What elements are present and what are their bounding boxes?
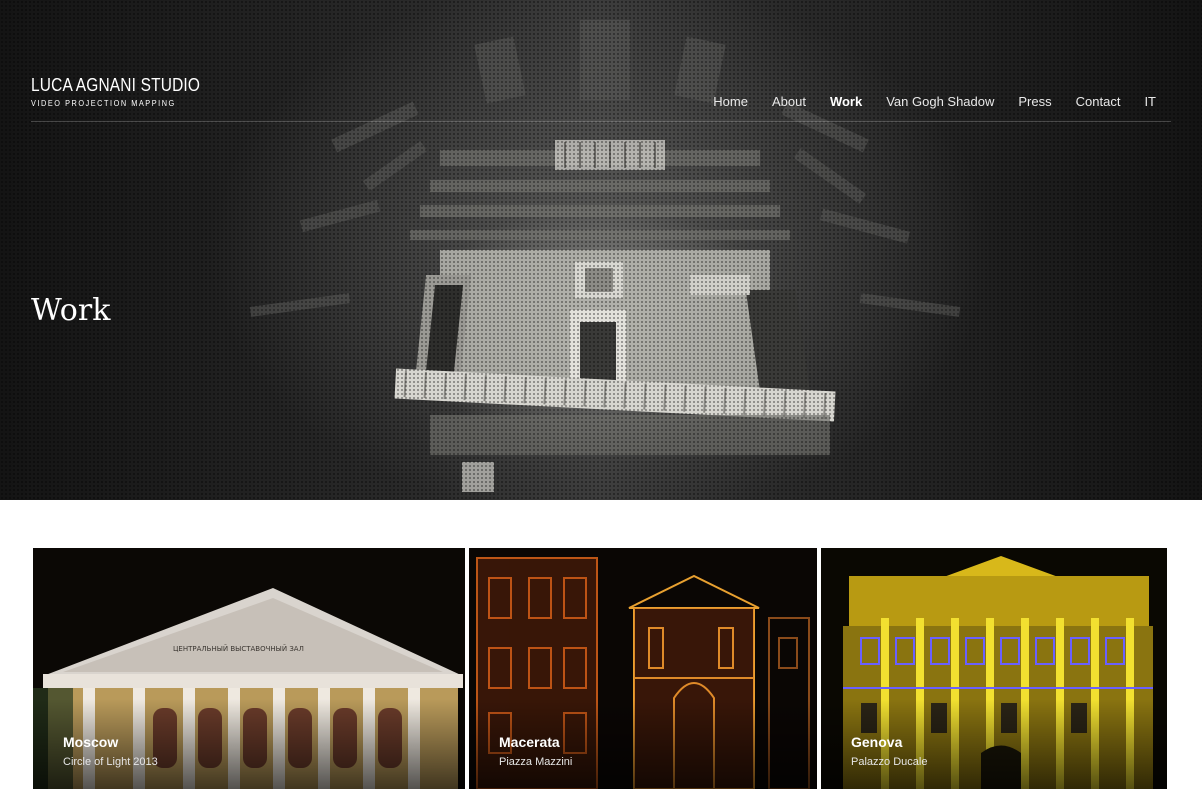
nav-contact[interactable]: Contact (1076, 94, 1121, 110)
nav-work[interactable]: Work (830, 94, 862, 110)
nav-press[interactable]: Press (1018, 94, 1051, 110)
nav-home[interactable]: Home (713, 94, 748, 110)
logo-subtitle: VIDEO PROJECTION MAPPING (31, 98, 176, 108)
project-card-macerata[interactable]: Macerata Piazza Mazzini (469, 548, 817, 789)
nav-language-it[interactable]: IT (1144, 94, 1156, 110)
project-title: Genova (851, 734, 903, 750)
project-card-genova[interactable]: Genova Palazzo Ducale (821, 548, 1167, 789)
nav-about[interactable]: About (772, 94, 806, 110)
header-divider (31, 121, 1171, 122)
project-subtitle: Circle of Light 2013 (63, 756, 158, 768)
page-title: Work (31, 293, 111, 328)
hero-banner: LUCA AGNANI STUDIO VIDEO PROJECTION MAPP… (0, 0, 1202, 500)
project-card-moscow[interactable]: ЦЕНТРАЛЬНЫЙ ВЫСТАВОЧНЫЙ ЗАЛ Moscow Circl… (33, 548, 465, 789)
logo-title: LUCA AGNANI STUDIO (31, 75, 201, 95)
main-navigation: Home About Work Van Gogh Shadow Press Co… (689, 94, 1156, 110)
nav-van-gogh-shadow[interactable]: Van Gogh Shadow (886, 94, 994, 110)
moscow-building-sign: ЦЕНТРАЛЬНЫЙ ВЫСТАВОЧНЫЙ ЗАЛ (173, 644, 304, 653)
site-logo[interactable]: LUCA AGNANI STUDIO VIDEO PROJECTION MAPP… (31, 76, 228, 108)
project-subtitle: Piazza Mazzini (499, 756, 573, 768)
project-title: Moscow (63, 734, 119, 750)
project-title: Macerata (499, 734, 560, 750)
project-subtitle: Palazzo Ducale (851, 756, 928, 768)
